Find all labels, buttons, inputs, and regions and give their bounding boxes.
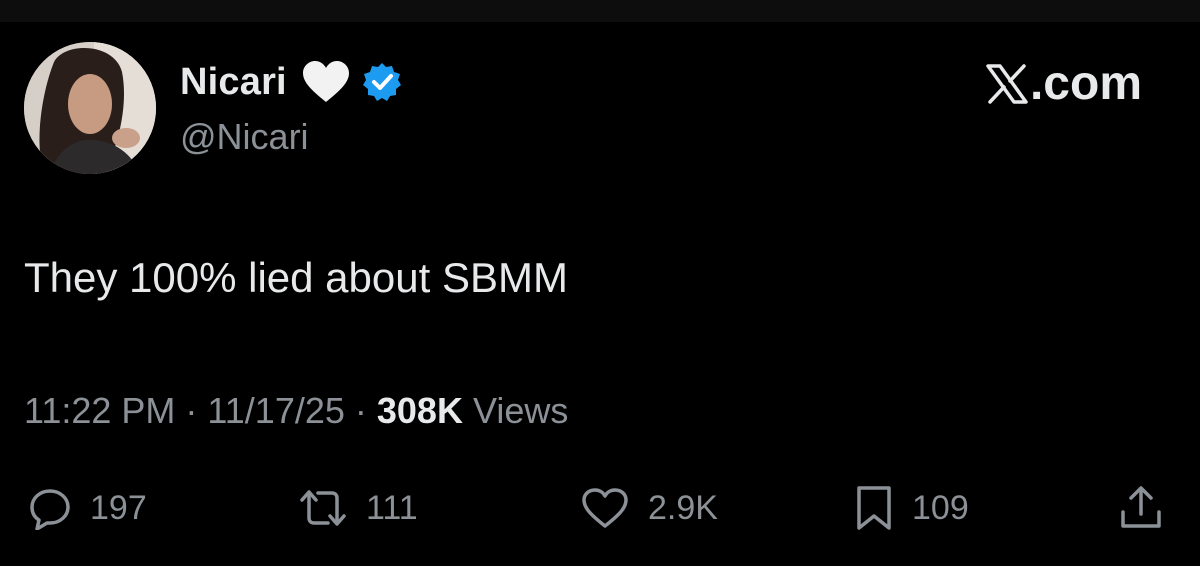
display-name[interactable]: Nicari	[180, 61, 287, 104]
views-count: 308K	[376, 390, 463, 431]
reply-icon	[28, 486, 72, 530]
bookmark-count: 109	[912, 488, 969, 527]
tweet-date[interactable]: 11/17/25	[207, 390, 344, 431]
bookmark-icon	[854, 484, 894, 532]
top-strip	[0, 0, 1200, 22]
like-button[interactable]: 2.9K	[580, 480, 718, 536]
meta-separator: ·	[354, 390, 367, 431]
author-name-row: Nicari	[180, 56, 403, 108]
bookmark-button[interactable]: 109	[854, 480, 969, 536]
x-logo-icon	[986, 63, 1028, 104]
white-heart-icon	[301, 60, 351, 104]
avatar[interactable]	[24, 42, 156, 174]
tweet-meta: 11:22 PM · 11/17/25 · 308K Views	[24, 390, 568, 432]
retweet-icon	[298, 486, 348, 530]
share-icon	[1118, 484, 1164, 532]
verified-badge-icon[interactable]	[361, 61, 403, 103]
meta-separator: ·	[185, 390, 198, 431]
heart-outline-icon	[580, 486, 630, 530]
share-button[interactable]	[1118, 480, 1164, 536]
retweet-count: 111	[366, 488, 418, 527]
x-brand-suffix: .com	[1029, 57, 1142, 110]
reply-button[interactable]: 197	[28, 480, 147, 536]
avatar-image	[24, 42, 156, 174]
x-brand: .com	[986, 56, 1142, 111]
like-count: 2.9K	[648, 488, 718, 527]
reply-count: 197	[90, 488, 147, 527]
action-bar: 197 111 2.9K 109	[0, 480, 1200, 536]
tweet-text: They 100% lied about SBMM	[24, 254, 568, 301]
author-handle[interactable]: @Nicari	[180, 116, 309, 158]
retweet-button[interactable]: 111	[298, 480, 418, 536]
tweet-time[interactable]: 11:22 PM	[24, 390, 175, 431]
views-label: Views	[472, 390, 569, 431]
